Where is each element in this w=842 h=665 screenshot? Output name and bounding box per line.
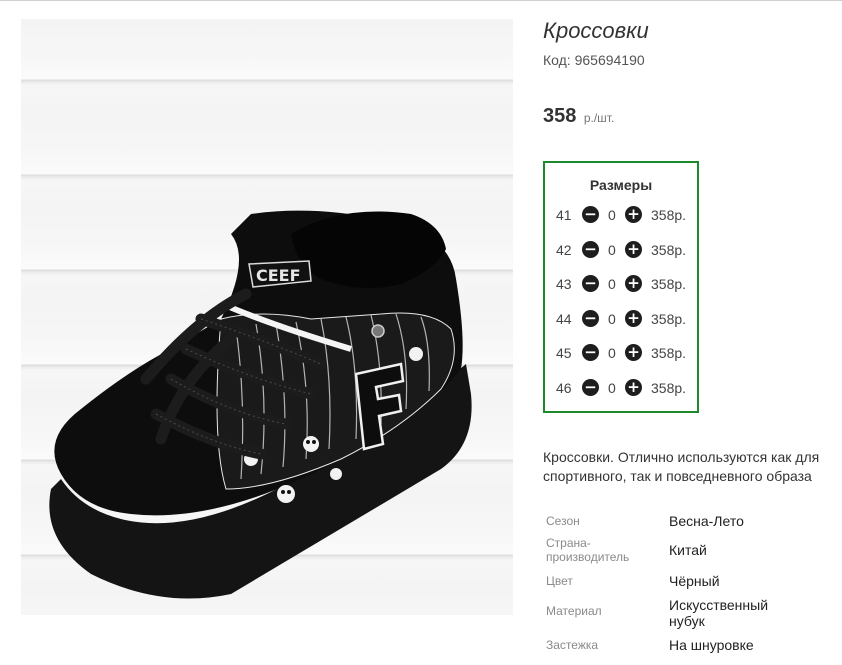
size-row: 44 − 0 + 358р. [545, 309, 697, 329]
plus-circle-icon[interactable]: + [625, 378, 642, 396]
plus-circle-icon[interactable]: + [625, 309, 642, 327]
size-row: 46 − 0 + 358р. [545, 378, 697, 398]
price-unit: р./шт. [583, 111, 615, 125]
quantity-value: 0 [608, 310, 616, 327]
size-label: 45 [556, 345, 572, 361]
size-price: 358р. [651, 241, 687, 258]
quantity-value: 0 [608, 345, 616, 361]
quantity-value: 0 [608, 276, 616, 292]
spec-label: Материал [546, 604, 602, 618]
plus-circle-icon[interactable]: + [625, 344, 642, 361]
size-label: 41 [556, 207, 572, 223]
product-photo[interactable]: CEEF [21, 19, 513, 615]
size-label: 42 [556, 241, 572, 258]
product-code: Код: 965694190 [543, 52, 645, 68]
size-selector: Размеры 41 − 0 + 358р. 42 − 0 + 358р. 43… [543, 161, 699, 413]
size-label: 46 [556, 379, 572, 396]
size-row: 41 − 0 + 358р. [545, 205, 697, 225]
plus-circle-icon[interactable]: + [625, 240, 642, 258]
quantity-value: 0 [608, 207, 616, 223]
spec-value: Чёрный [669, 573, 720, 589]
spec-label: Цвет [546, 574, 573, 588]
minus-circle-icon[interactable]: − [582, 206, 599, 223]
product-description: Кроссовки. Отлично используются как для … [543, 449, 820, 484]
size-row: 45 − 0 + 358р. [545, 343, 697, 363]
product-code-label: Код: [543, 52, 571, 68]
sneaker-image: CEEF [49, 210, 472, 599]
minus-circle-icon[interactable]: − [582, 309, 599, 327]
spec-value: На шнуровке [669, 637, 754, 653]
minus-circle-icon[interactable]: − [582, 240, 599, 258]
quantity-value: 0 [608, 241, 616, 258]
product-title: Кроссовки [543, 18, 649, 43]
svg-text:CEEF: CEEF [256, 266, 301, 285]
product-price: 358 р./шт. [543, 105, 614, 128]
spec-value: Искусственный нубук [669, 597, 769, 629]
size-price: 358р. [651, 310, 687, 327]
top-divider [0, 0, 842, 1]
spec-label: Страна-производитель [546, 536, 630, 564]
plus-circle-icon[interactable]: + [625, 206, 642, 223]
spec-label: Сезон [546, 514, 580, 528]
size-label: 44 [556, 310, 572, 327]
size-price: 358р. [651, 345, 687, 361]
spec-value: Китай [669, 542, 707, 558]
size-price: 358р. [651, 379, 687, 396]
size-price: 358р. [651, 207, 687, 223]
size-label: 43 [556, 276, 572, 292]
plus-circle-icon[interactable]: + [625, 275, 642, 292]
minus-circle-icon[interactable]: − [582, 275, 599, 292]
quantity-value: 0 [608, 379, 616, 396]
spec-value: Весна-Лето [669, 513, 744, 529]
size-row: 42 − 0 + 358р. [545, 240, 697, 260]
product-code-value: 965694190 [574, 52, 645, 68]
sizes-title: Размеры [589, 177, 653, 193]
size-price: 358р. [651, 276, 687, 292]
size-row: 43 − 0 + 358р. [545, 274, 697, 294]
spec-label: Застежка [546, 638, 599, 652]
minus-circle-icon[interactable]: − [582, 378, 599, 396]
minus-circle-icon[interactable]: − [582, 344, 599, 361]
price-value: 358 [543, 105, 577, 127]
